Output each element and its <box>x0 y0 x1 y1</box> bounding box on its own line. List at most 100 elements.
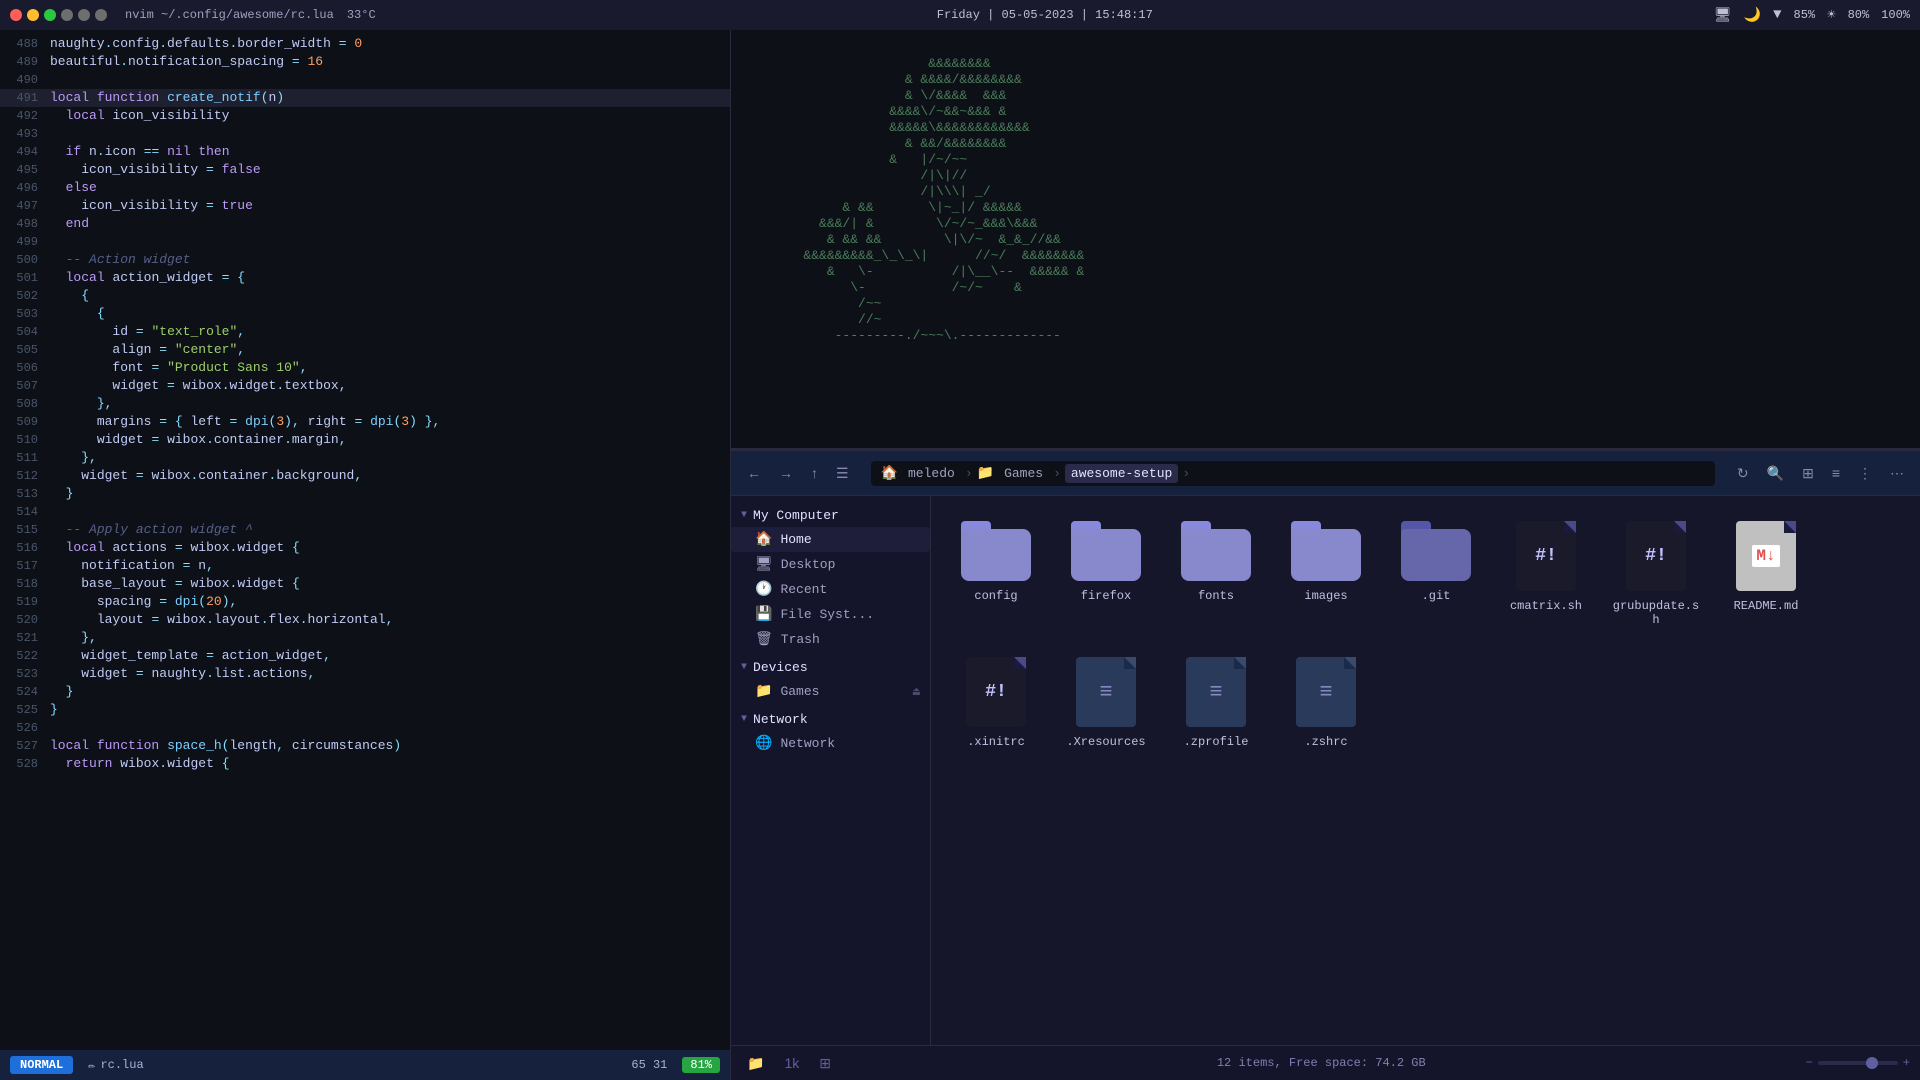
zoom-slider[interactable] <box>1818 1061 1898 1065</box>
code-line-491: 491 local function create_notif(n) <box>0 89 730 107</box>
extra-dot1 <box>61 9 73 21</box>
code-line-501: 501 local action_widget = { <box>0 269 730 287</box>
code-line-504: 504 id = "text_role", <box>0 323 730 341</box>
properties-button[interactable]: ⊞ <box>813 1052 837 1075</box>
eject-button[interactable]: ⏏ <box>913 684 920 699</box>
line-content-512: widget = wibox.container.background, <box>50 467 362 485</box>
refresh-button[interactable]: ↻ <box>1731 461 1755 486</box>
code-editor[interactable]: 488 naughty.config.defaults.border_width… <box>0 30 730 1050</box>
code-line-518: 518 base_layout = wibox.widget { <box>0 575 730 593</box>
window-controls <box>10 9 107 21</box>
code-line-516: 516 local actions = wibox.widget { <box>0 539 730 557</box>
code-line-510: 510 widget = wibox.container.margin, <box>0 431 730 449</box>
sidebar-item-network[interactable]: 🌐 Network <box>731 731 930 756</box>
fm-status-left: 📁 1k ⊞ <box>741 1052 837 1075</box>
line-content-520: layout = wibox.layout.flex.horizontal, <box>50 611 393 629</box>
line-num-512: 512 <box>5 467 50 485</box>
fm-status-info: 12 items, Free space: 74.2 GB <box>1217 1056 1426 1070</box>
file-item-cmatrix[interactable]: #! cmatrix.sh <box>1496 511 1596 637</box>
text-lines-icon: ≡ <box>1099 680 1112 705</box>
sidebar-devices-header[interactable]: ▼ Devices <box>731 656 930 679</box>
sidebar-mycomputer-header[interactable]: ▼ My Computer <box>731 504 930 527</box>
breadcrumb-sep2: › <box>1053 466 1061 481</box>
hash-icon-3: #! <box>985 682 1007 702</box>
code-line-489: 489 beautiful.notification_spacing = 16 <box>0 53 730 71</box>
line-num-515: 515 <box>5 521 50 539</box>
trash-icon: 🗑 <box>755 631 773 648</box>
sidebar-item-recent[interactable]: 🕐 Recent <box>731 577 930 602</box>
line-num-496: 496 <box>5 179 50 197</box>
file-item-grubupdate[interactable]: #! grubupdate.sh <box>1606 511 1706 637</box>
line-content-488: naughty.config.defaults.border_width = 0 <box>50 35 362 53</box>
file-item-readme[interactable]: M↓ README.md <box>1716 511 1816 637</box>
line-num-511: 511 <box>5 449 50 467</box>
file-name-git: .git <box>1422 589 1451 603</box>
up-button[interactable]: ↑ <box>805 461 824 485</box>
file-item-firefox[interactable]: firefox <box>1056 511 1156 637</box>
file-item-xresources[interactable]: ≡ .Xresources <box>1056 647 1156 759</box>
list-view-button[interactable]: ≡ <box>1826 461 1846 486</box>
code-line-498: 498 end <box>0 215 730 233</box>
sidebar-network-header[interactable]: ▼ Network <box>731 708 930 731</box>
line-num-519: 519 <box>5 593 50 611</box>
breadcrumb-games[interactable]: Games <box>998 464 1049 483</box>
code-line-496: 496 else <box>0 179 730 197</box>
back-button[interactable]: ← <box>741 461 767 485</box>
text-lines-icon-3: ≡ <box>1319 680 1332 705</box>
code-line-527: 527 local function space_h(length, circu… <box>0 737 730 755</box>
line-content-501: local action_widget = { <box>50 269 245 287</box>
breadcrumb-meledo[interactable]: meledo <box>902 464 961 483</box>
sidebar-item-filesystem[interactable]: 💾 File Syst... <box>731 602 930 627</box>
sidebar-item-home[interactable]: 🏠 Home <box>731 527 930 552</box>
menu-button[interactable]: ☰ <box>830 461 855 486</box>
fm-toolbar-right: ↻ 🔍 ⊞ ≡ ⋮ ⋯ <box>1731 461 1910 486</box>
minimize-dot[interactable] <box>27 9 39 21</box>
recent-icon: 🕐 <box>755 581 772 598</box>
close-dot[interactable] <box>10 9 22 21</box>
line-content-526 <box>50 719 58 737</box>
line-num-491: 491 <box>5 89 50 107</box>
file-name-xresources: .Xresources <box>1066 735 1145 749</box>
file-manager: ← → ↑ ☰ 🏠 meledo › 📁 Games › awesome-set… <box>731 450 1920 1080</box>
search-button[interactable]: 🔍 <box>1761 461 1790 486</box>
zoom-in-button[interactable]: 1k <box>778 1052 805 1075</box>
grid-view-button[interactable]: ⊞ <box>1796 461 1820 486</box>
file-name-firefox: firefox <box>1081 589 1131 603</box>
file-item-fonts[interactable]: fonts <box>1166 511 1266 637</box>
code-line-507: 507 widget = wibox.widget.textbox, <box>0 377 730 395</box>
line-content-516: local actions = wibox.widget { <box>50 539 300 557</box>
datetime-display: Friday | 05-05-2023 | 15:48:17 <box>937 8 1153 22</box>
maximize-dot[interactable] <box>44 9 56 21</box>
terminal-art: &&&&&&&& & &&&&/&&&&&&&& & \/&&&& &&& &&… <box>741 40 1910 360</box>
line-col: 65 31 <box>631 1058 667 1072</box>
file-item-images[interactable]: images <box>1276 511 1376 637</box>
code-line-515: 515 -- Apply action widget ^ <box>0 521 730 539</box>
battery-pct: 81% <box>682 1057 720 1073</box>
sidebar-item-trash[interactable]: 🗑 Trash <box>731 627 930 652</box>
new-folder-button[interactable]: 📁 <box>741 1052 770 1075</box>
breadcrumb-awesome[interactable]: awesome-setup <box>1065 464 1178 483</box>
file-item-git[interactable]: .git <box>1386 511 1486 637</box>
more-button[interactable]: ⋯ <box>1884 461 1910 486</box>
line-num-527: 527 <box>5 737 50 755</box>
file-item-zshrc[interactable]: ≡ .zshrc <box>1276 647 1376 759</box>
line-content-507: widget = wibox.widget.textbox, <box>50 377 347 395</box>
line-content-496: else <box>50 179 97 197</box>
terminal-panel: &&&&&&&& & &&&&/&&&&&&&& & \/&&&& &&& &&… <box>731 30 1920 450</box>
line-num-521: 521 <box>5 629 50 647</box>
code-line-497: 497 icon_visibility = true <box>0 197 730 215</box>
code-line-524: 524 } <box>0 683 730 701</box>
sidebar-item-desktop[interactable]: 🖥 Desktop <box>731 552 930 577</box>
file-item-zprofile[interactable]: ≡ .zprofile <box>1166 647 1266 759</box>
forward-button[interactable]: → <box>773 461 799 485</box>
code-line-494: 494 if n.icon == nil then <box>0 143 730 161</box>
sidebar-item-games[interactable]: 📁 Games ⏏ <box>731 679 930 704</box>
volume-display: 85% <box>1794 8 1816 22</box>
line-content-515: -- Apply action widget ^ <box>50 521 253 539</box>
mycomputer-label: My Computer <box>753 508 839 523</box>
text-icon-xresources: ≡ <box>1076 657 1136 727</box>
file-item-config[interactable]: config <box>946 511 1046 637</box>
line-num-516: 516 <box>5 539 50 557</box>
sort-button[interactable]: ⋮ <box>1852 461 1878 486</box>
file-item-xinitrc[interactable]: #! .xinitrc <box>946 647 1046 759</box>
